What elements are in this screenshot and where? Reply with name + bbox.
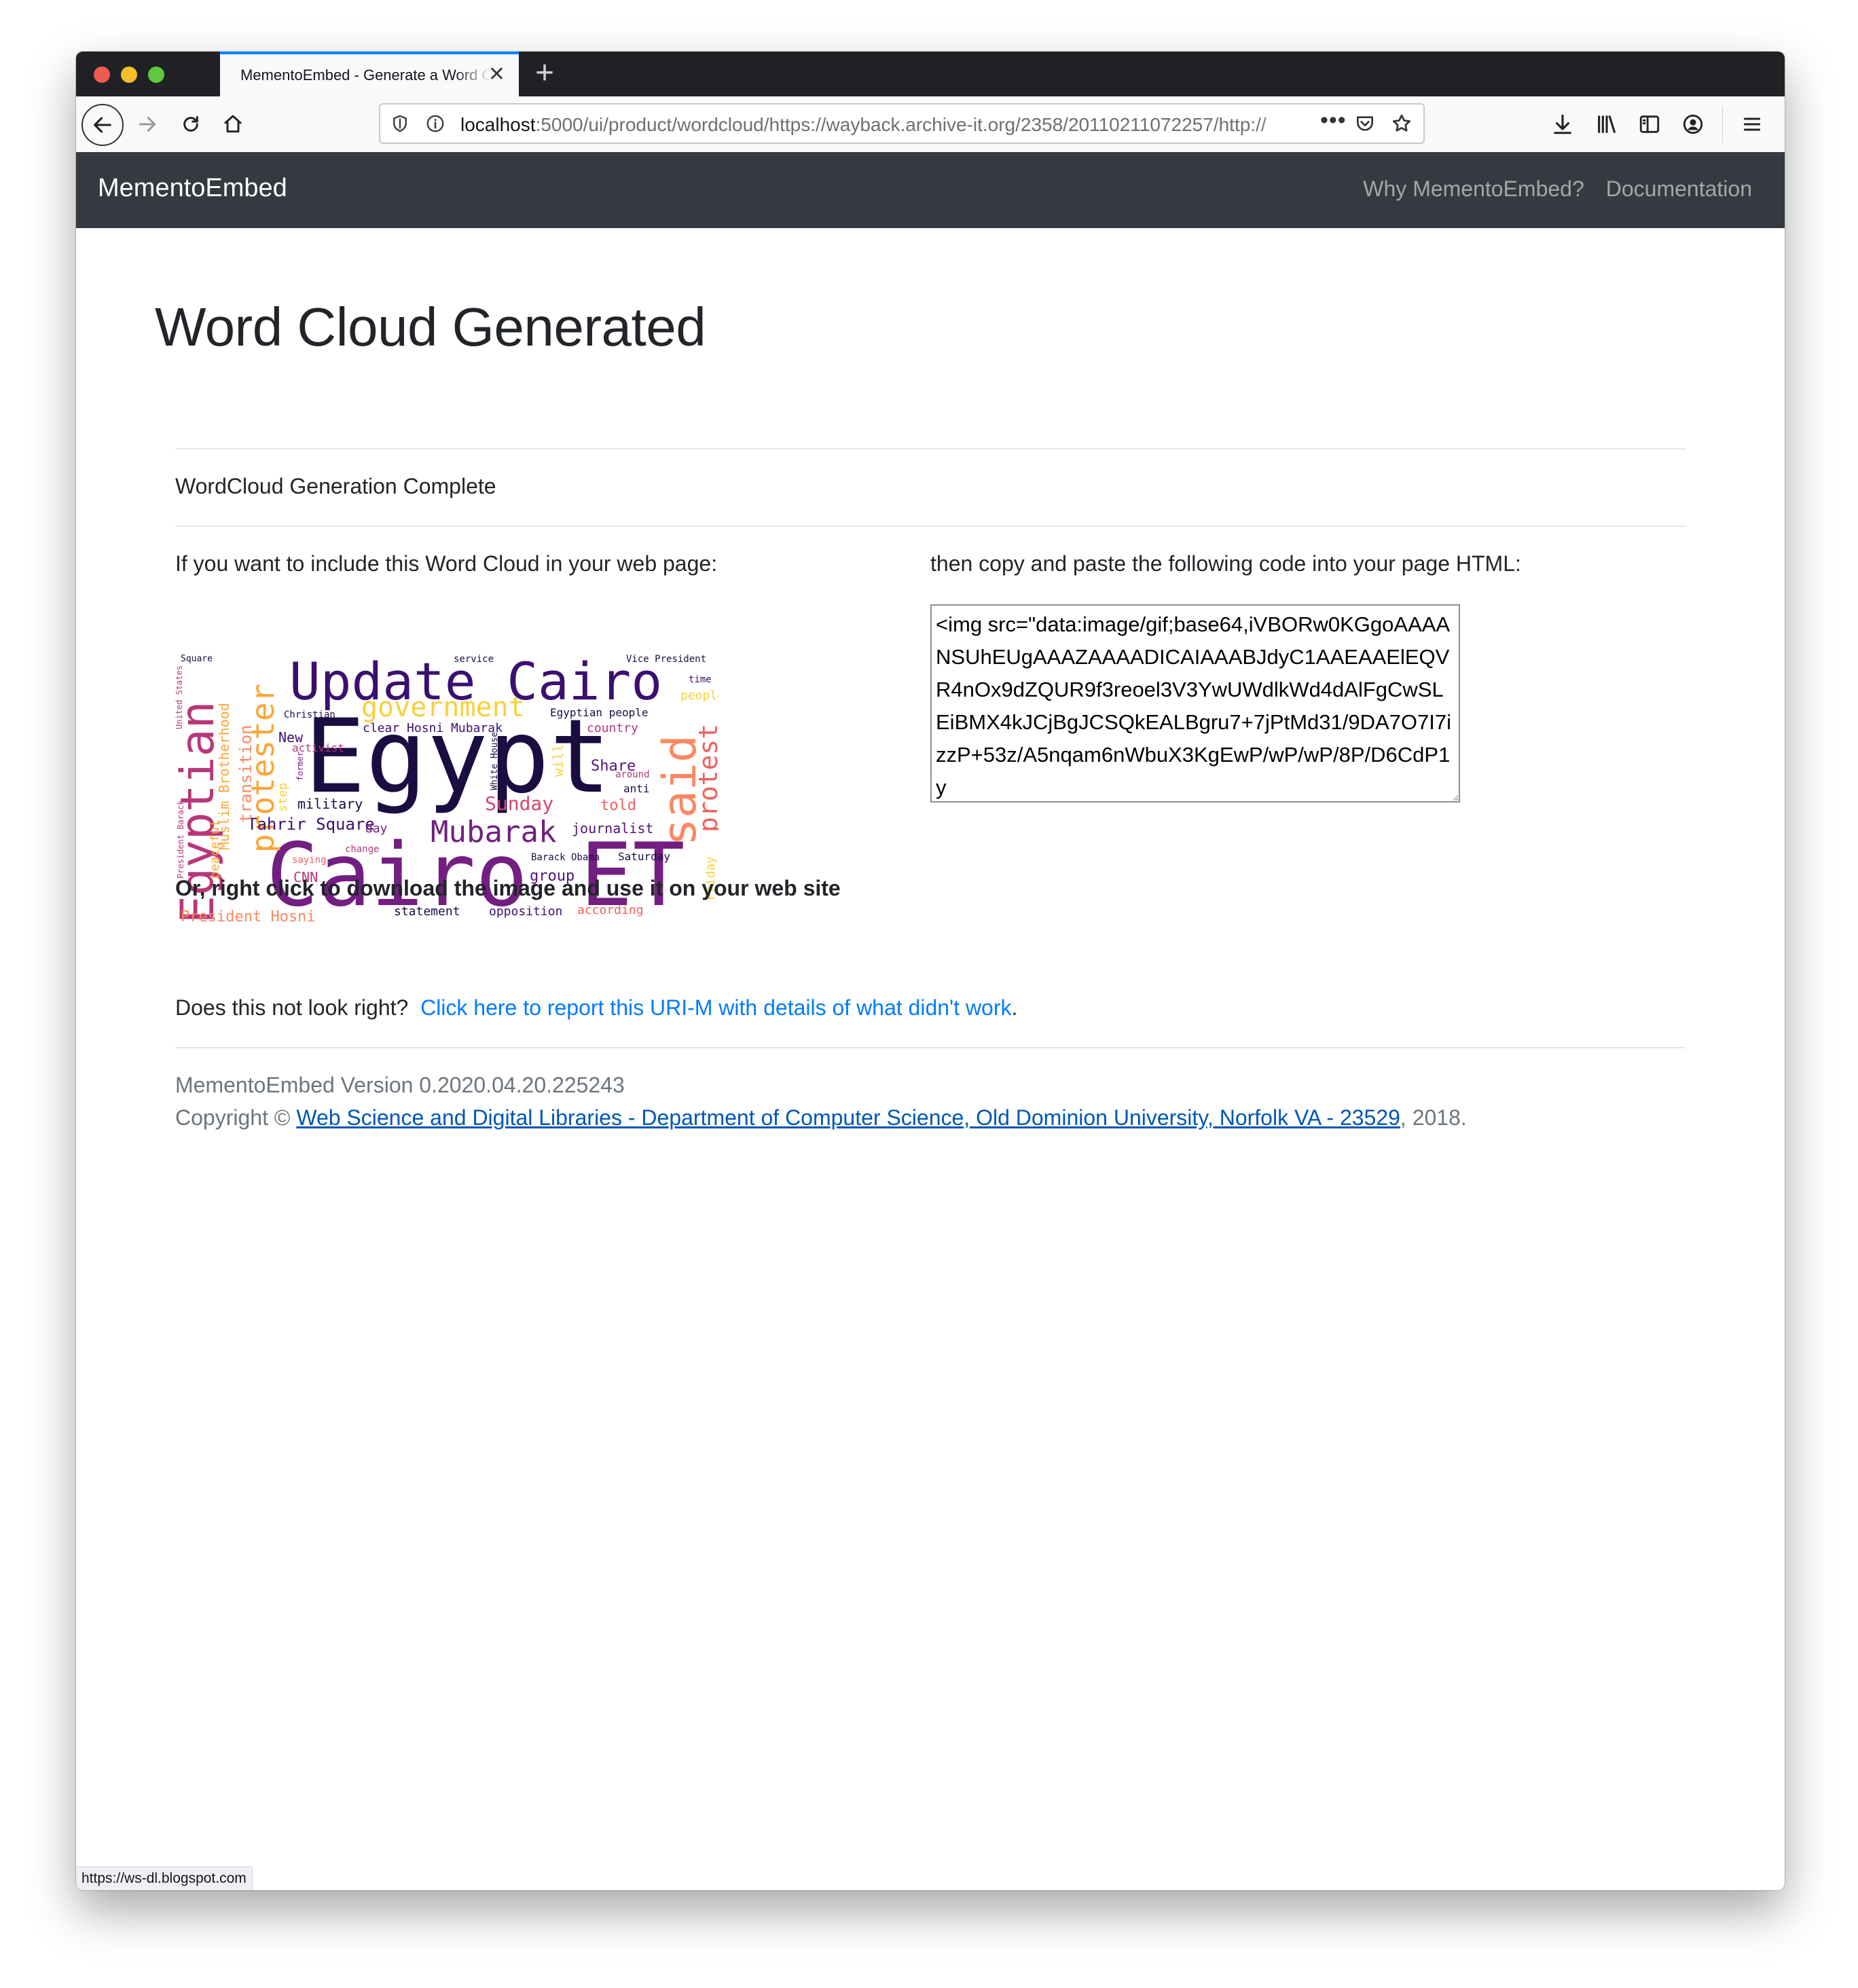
site-brand[interactable]: MementoEmbed	[98, 174, 287, 203]
wordcloud-word: told	[600, 797, 636, 814]
wordcloud-word: peaceful	[208, 820, 222, 879]
wordcloud-word: transition	[236, 724, 255, 824]
forward-arrow-icon	[139, 117, 156, 132]
wordcloud-word: day	[365, 822, 388, 836]
copyright-suffix: , 2018.	[1400, 1105, 1467, 1130]
wordcloud-word: Egyptian people	[550, 706, 649, 719]
report-prompt: Does this not look right?	[175, 995, 409, 1020]
copyright-line: Copyright © Web Science and Digital Libr…	[175, 1105, 1467, 1130]
wordcloud-word: Mubarak	[431, 815, 557, 849]
copyright-prefix: Copyright ©	[175, 1105, 291, 1130]
shield-icon[interactable]	[390, 113, 410, 134]
download-hint: Or, right click to download the image an…	[175, 876, 841, 900]
downloads-icon[interactable]	[1551, 113, 1574, 136]
footer-divider	[175, 1047, 1686, 1048]
wordcloud-word: President Hosni	[181, 908, 316, 925]
page-title: Word Cloud Generated	[155, 297, 706, 357]
wordcloud-word: people	[680, 688, 718, 703]
report-tail: .	[1011, 995, 1018, 1020]
bookmark-star-icon[interactable]	[1391, 113, 1413, 134]
version-text: MementoEmbed Version 0.2020.04.20.225243	[175, 1073, 625, 1097]
wordcloud-word: President Barack	[176, 800, 185, 879]
divider	[175, 526, 1686, 527]
reload-button[interactable]	[172, 106, 209, 143]
wordcloud-word: United States	[175, 665, 184, 729]
wordcloud-word: statement	[394, 904, 460, 919]
home-icon	[224, 115, 242, 133]
wordcloud-word: country	[587, 721, 638, 735]
hamburger-menu-icon[interactable]	[1741, 113, 1763, 136]
wordcloud-word: Vice President	[626, 655, 707, 665]
wordcloud-word: opposition	[489, 904, 563, 919]
wordcloud-word: anti	[623, 782, 650, 795]
library-icon[interactable]	[1595, 113, 1619, 136]
browser-tab-active[interactable]: MementoEmbed - Generate a Word Cloud ✕	[220, 52, 519, 96]
wordcloud-word: government	[361, 692, 525, 723]
wordcloud-word: service	[454, 655, 494, 665]
page-actions-icon[interactable]: •••	[1320, 107, 1347, 134]
wordcloud-word: journalist	[572, 820, 654, 836]
wordcloud-word: Tahrir Square	[247, 815, 375, 834]
browser-window: MementoEmbed - Generate a Word Cloud ✕ +…	[76, 52, 1785, 1890]
site-navbar: MementoEmbed Why MementoEmbed? Documenta…	[76, 152, 1785, 228]
wordcloud-word: former	[295, 751, 305, 781]
nav-link-documentation[interactable]: Documentation	[1606, 177, 1752, 202]
wordcloud-word: military	[297, 796, 363, 812]
wordcloud-word: step	[276, 782, 290, 812]
wordcloud-word: according	[577, 903, 644, 917]
status-message: WordCloud Generation Complete	[175, 474, 496, 498]
site-nav-links: Why MementoEmbed? Documentation	[1363, 177, 1752, 202]
status-bar-url: https://ws-dl.blogspot.com	[76, 1866, 253, 1890]
wordcloud-word: will	[550, 743, 566, 777]
new-tab-button[interactable]: +	[535, 54, 554, 92]
nav-link-why[interactable]: Why MementoEmbed?	[1363, 177, 1584, 202]
report-link[interactable]: Click here to report this URI-M with det…	[420, 995, 1011, 1020]
pocket-icon[interactable]	[1354, 113, 1376, 134]
tab-close-icon[interactable]: ✕	[488, 62, 505, 86]
url-text[interactable]: localhost:5000/ui/product/wordcloud/http…	[460, 114, 1309, 136]
account-icon[interactable]	[1681, 113, 1705, 136]
url-bar[interactable]: localhost:5000/ui/product/wordcloud/http…	[379, 103, 1425, 144]
wordcloud-word: clear Hosni Mubarak	[363, 721, 503, 735]
wordcloud-word: Saturday	[618, 850, 671, 863]
wordcloud-word: Barack Obama	[531, 852, 600, 863]
site-info-icon[interactable]	[425, 113, 445, 134]
wordcloud-word: Christian	[284, 710, 335, 720]
wordcloud-word: change	[345, 844, 380, 855]
wordcloud-word: protest	[693, 723, 718, 832]
back-arrow-icon	[94, 117, 111, 133]
sidebar-icon[interactable]	[1638, 113, 1661, 136]
wordcloud-word: around	[615, 769, 650, 780]
wordcloud-word: White House	[490, 731, 500, 790]
reload-icon	[183, 115, 198, 132]
wordcloud-word: saying	[292, 855, 327, 866]
tab-title: MementoEmbed - Generate a Word Cloud	[240, 67, 492, 84]
toolbar-separator	[1722, 106, 1723, 143]
copy-prompt: then copy and paste the following code i…	[930, 551, 1521, 576]
url-path: :5000/ui/product/wordcloud/https://wayba…	[535, 114, 1267, 135]
zoom-window-button[interactable]	[148, 67, 164, 83]
minimize-window-button[interactable]	[121, 67, 137, 83]
embed-code-textarea[interactable]: <img src="data:image/gif;base64,iVBORw0K…	[930, 604, 1460, 803]
home-button[interactable]	[215, 106, 251, 143]
copyright-link[interactable]: Web Science and Digital Libraries - Depa…	[296, 1105, 1400, 1130]
browser-toolbar: localhost:5000/ui/product/wordcloud/http…	[76, 96, 1785, 153]
tab-strip: MementoEmbed - Generate a Word Cloud ✕ +	[76, 52, 1785, 96]
wordcloud-word: Sunday	[485, 792, 554, 815]
back-button[interactable]	[81, 104, 124, 146]
forward-button[interactable]	[129, 106, 166, 143]
wordcloud-word: Square	[181, 655, 213, 664]
url-host: localhost	[460, 114, 536, 135]
divider	[175, 448, 1686, 449]
report-line: Does this not look right? Click here to …	[175, 995, 1017, 1020]
include-prompt: If you want to include this Word Cloud i…	[175, 551, 718, 576]
wordcloud-word: time	[689, 674, 712, 685]
close-window-button[interactable]	[94, 67, 110, 83]
